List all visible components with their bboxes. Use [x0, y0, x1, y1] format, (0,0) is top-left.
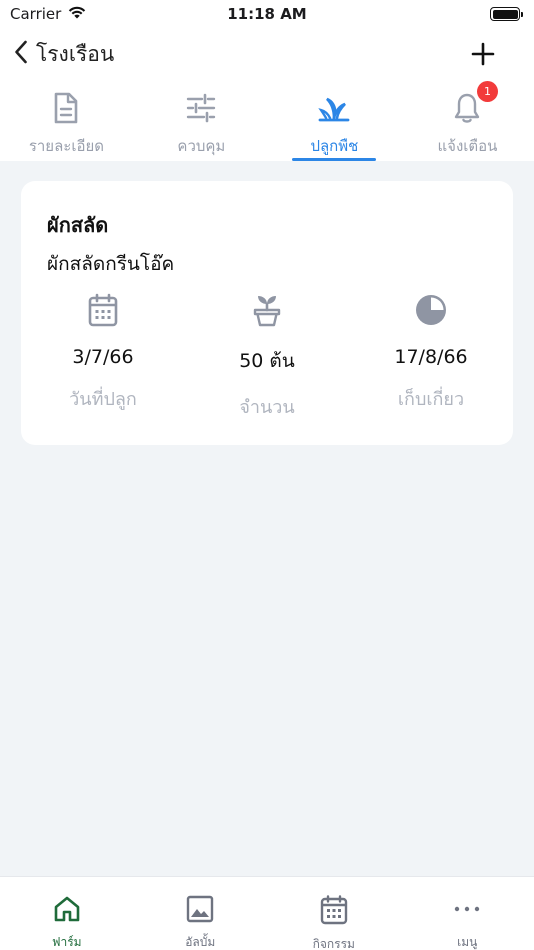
- bottom-nav-activities-label: กิจกรรม: [312, 937, 355, 950]
- bottom-nav-album-label: อัลบั้ม: [185, 935, 216, 949]
- home-icon: [53, 895, 81, 927]
- plant-pot-icon: [252, 293, 282, 331]
- crop-title: ผักสลัด: [47, 213, 109, 237]
- document-icon: [53, 92, 79, 128]
- stat-harvest-date: 17/8/66 เก็บเกี่ยว: [349, 293, 513, 421]
- tab-alerts-label: แจ้งเตือน: [437, 137, 498, 155]
- calendar-icon: [320, 895, 348, 929]
- pie-clock-icon: [414, 293, 448, 331]
- stat-quantity: 50 ต้น จำนวน: [185, 293, 349, 421]
- navigation-bar: โรงเรือน: [0, 28, 534, 80]
- back-button[interactable]: โรงเรือน: [0, 28, 114, 80]
- status-left: Carrier: [10, 5, 87, 24]
- bottom-nav-farm-label: ฟาร์ม: [51, 935, 82, 949]
- sliders-icon: [185, 92, 217, 128]
- bottom-nav-activities[interactable]: กิจกรรม: [267, 877, 401, 950]
- image-icon: [186, 895, 214, 927]
- active-tab-indicator: [291, 158, 376, 161]
- carrier-label: Carrier: [10, 5, 62, 23]
- plus-icon: [470, 42, 496, 71]
- quantity-label: จำนวน: [239, 397, 295, 418]
- battery-icon: [490, 7, 523, 21]
- notification-badge: 1: [476, 81, 498, 102]
- bottom-nav-farm[interactable]: ฟาร์ม: [0, 877, 134, 950]
- calendar-icon: [88, 293, 118, 331]
- bottom-nav-album[interactable]: อัลบั้ม: [134, 877, 268, 950]
- tab-control[interactable]: ควบคุม: [135, 80, 268, 161]
- add-button[interactable]: [470, 41, 496, 67]
- bell-icon: [453, 92, 481, 128]
- tab-bar: รายละเอียด ควบคุม ปลูกพืช 1 แจ้งเตือน: [0, 80, 534, 161]
- page-title: โรงเรือน: [36, 41, 115, 66]
- sprout-icon: [317, 92, 351, 128]
- crop-card[interactable]: ผักสลัด ผักสลัดกรีนโอ๊ค 3/7/66 วันที่ปลู…: [21, 181, 513, 445]
- harvest-date-value: 17/8/66: [394, 346, 468, 368]
- bottom-nav-menu[interactable]: เมนู: [401, 877, 534, 950]
- wifi-icon: [67, 5, 87, 24]
- tab-details[interactable]: รายละเอียด: [0, 80, 135, 161]
- bottom-navigation: ฟาร์ม อัลบั้ม กิจกรรม เมนู: [0, 876, 534, 950]
- tab-details-label: รายละเอียด: [28, 137, 105, 155]
- tab-alerts[interactable]: 1 แจ้งเตือน: [401, 80, 534, 161]
- quantity-value: 50 ต้น: [239, 350, 295, 372]
- tab-planting[interactable]: ปลูกพืช: [268, 80, 401, 161]
- crop-stats: 3/7/66 วันที่ปลูก 50 ต้น จำนวน 17/8/66 เ…: [21, 293, 513, 421]
- harvest-date-label: เก็บเกี่ยว: [397, 389, 465, 410]
- more-icon: [453, 895, 481, 927]
- bottom-nav-menu-label: เมนู: [457, 935, 478, 949]
- tab-control-label: ควบคุม: [177, 137, 226, 155]
- planting-date-label: วันที่ปลูก: [69, 389, 137, 410]
- planting-date-value: 3/7/66: [72, 346, 134, 368]
- status-bar: Carrier 11:18 AM: [0, 0, 534, 28]
- tab-planting-label: ปลูกพืช: [310, 137, 359, 155]
- stat-planting-date: 3/7/66 วันที่ปลูก: [21, 293, 185, 421]
- chevron-left-icon: [14, 40, 28, 68]
- crop-variety: ผักสลัดกรีนโอ๊ค: [47, 253, 175, 275]
